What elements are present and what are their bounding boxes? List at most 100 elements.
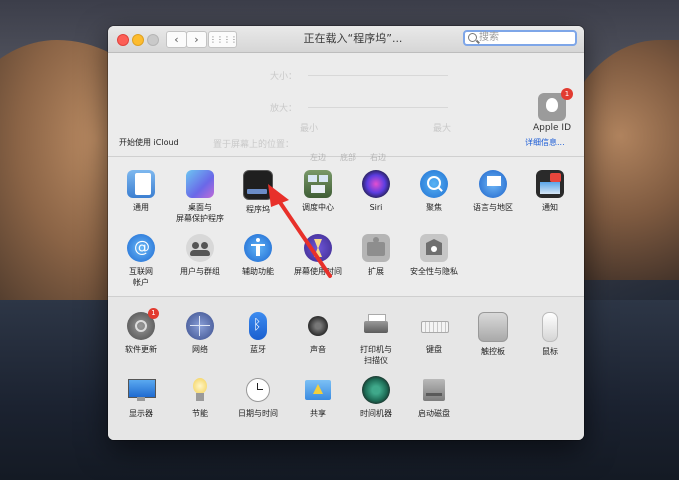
desktop-icon	[186, 170, 214, 198]
pane-energy-saver[interactable]: 节能	[168, 376, 232, 419]
security-icon	[420, 234, 448, 262]
pane-dock[interactable]: 程序坞	[226, 170, 290, 215]
pane-internet-accounts[interactable]: @ 互联网 帐户	[109, 234, 173, 288]
ghost-right: 右边	[370, 153, 386, 162]
apple-logo-icon	[546, 98, 558, 112]
pane-label: 桌面与 屏幕保护程序	[176, 203, 224, 223]
pane-mission-control[interactable]: 调度中心	[286, 170, 350, 213]
show-all-button[interactable]: ⋮⋮⋮⋮	[208, 31, 238, 48]
pane-label: 软件更新	[125, 345, 157, 354]
forward-button[interactable]: ›	[186, 31, 207, 48]
startup-disk-icon	[420, 376, 448, 404]
pane-label: 互联网 帐户	[129, 267, 153, 287]
pane-label: 鼠标	[542, 347, 558, 356]
pane-sound[interactable]: 声音	[286, 312, 350, 355]
pane-label: 辅助功能	[242, 267, 274, 276]
pane-label: 通用	[133, 203, 149, 212]
search-icon	[468, 33, 477, 42]
pane-network[interactable]: 网络	[168, 312, 232, 355]
ghost-bottom: 底部	[340, 153, 356, 162]
pane-users[interactable]: 用户与群组	[168, 234, 232, 277]
pane-sharing[interactable]: 共享	[286, 376, 350, 419]
sound-icon	[304, 312, 332, 340]
pane-label: 通知	[542, 203, 558, 212]
close-button[interactable]	[117, 34, 129, 46]
ghost-slider-2	[308, 107, 448, 108]
pane-label: 启动磁盘	[418, 409, 450, 418]
pane-software-update[interactable]: 1 软件更新	[109, 308, 173, 355]
internet-accounts-icon: @	[127, 234, 155, 262]
extensions-icon	[362, 234, 390, 262]
pane-label: 键盘	[426, 345, 442, 354]
pane-trackpad[interactable]: 触控板	[461, 312, 525, 357]
search-input[interactable]: 搜索	[463, 30, 577, 46]
time-machine-icon	[362, 376, 390, 404]
pane-label: 安全性与隐私	[410, 267, 458, 276]
pane-label: 触控板	[481, 347, 505, 356]
pane-keyboard[interactable]: 键盘	[402, 312, 466, 355]
pane-label: 节能	[192, 409, 208, 418]
apple-id-badge: 1	[561, 88, 573, 100]
sharing-icon	[304, 376, 332, 404]
notifications-icon	[536, 170, 564, 198]
general-icon	[127, 170, 155, 198]
date-time-icon	[244, 376, 272, 404]
pane-label: Siri	[369, 203, 383, 212]
software-update-icon: 1	[127, 308, 159, 340]
pane-accessibility[interactable]: 辅助功能	[226, 234, 290, 277]
pane-time-machine[interactable]: 时间机器	[344, 376, 408, 419]
mouse-icon	[542, 312, 558, 342]
pane-label: 蓝牙	[250, 345, 266, 354]
language-icon	[479, 170, 507, 198]
pane-startup-disk[interactable]: 启动磁盘	[402, 376, 466, 419]
pane-siri[interactable]: Siri	[344, 170, 408, 213]
pane-bluetooth[interactable]: ᛒ 蓝牙	[226, 312, 290, 355]
pane-label: 声音	[310, 345, 326, 354]
pane-spotlight[interactable]: 聚焦	[402, 170, 466, 213]
ghost-size-label: 大小：	[270, 72, 298, 82]
pane-language[interactable]: 语言与地区	[461, 170, 525, 213]
pane-extensions[interactable]: 扩展	[344, 234, 408, 277]
pane-printers[interactable]: 打印机与 扫描仪	[344, 312, 408, 366]
keyboard-icon	[420, 312, 449, 340]
users-icon	[186, 234, 214, 262]
pane-desktop[interactable]: 桌面与 屏幕保护程序	[168, 170, 232, 224]
pane-displays[interactable]: 显示器	[109, 376, 173, 419]
minimize-button[interactable]	[132, 34, 144, 46]
dock-icon	[243, 170, 273, 200]
spotlight-icon	[420, 170, 448, 198]
pane-label: 程序坞	[246, 205, 270, 214]
pane-screen-time[interactable]: 屏幕使用时间	[286, 234, 350, 277]
pane-label: 扩展	[368, 267, 384, 276]
pane-security[interactable]: 安全性与隐私	[402, 234, 466, 277]
pane-label: 显示器	[129, 409, 153, 418]
back-button[interactable]: ‹	[166, 31, 187, 48]
pane-label: 打印机与 扫描仪	[360, 345, 392, 365]
pane-notifications[interactable]: 通知	[518, 170, 582, 213]
network-icon	[186, 312, 214, 340]
pane-label: 用户与群组	[180, 267, 220, 276]
pane-label: 日期与时间	[238, 409, 278, 418]
system-preferences-window: ‹ › ⋮⋮⋮⋮ 正在载入“程序坞”... 搜索 大小： 放大： 最小 最大 置…	[108, 26, 584, 440]
ghost-left: 左边	[310, 153, 326, 162]
search-placeholder: 搜索	[479, 32, 499, 43]
ghost-slider	[308, 75, 448, 76]
ghost-magnify-label: 放大：	[270, 104, 298, 114]
icloud-title: 开始使用 iCloud	[119, 138, 179, 147]
pane-label: 时间机器	[360, 409, 392, 418]
window-title: 正在载入“程序坞”...	[303, 32, 403, 45]
pane-mouse[interactable]: 鼠标	[518, 312, 582, 357]
zoom-button[interactable]	[147, 34, 159, 46]
icloud-details-link[interactable]: 详细信息...	[525, 137, 565, 148]
pane-label: 共享	[310, 409, 326, 418]
printers-icon	[362, 312, 390, 340]
energy-saver-icon	[186, 376, 214, 404]
displays-icon	[127, 376, 156, 404]
trackpad-icon	[478, 312, 508, 342]
apple-id-button[interactable]: 1	[538, 88, 573, 121]
pane-label: 聚焦	[426, 203, 442, 212]
bluetooth-icon: ᛒ	[249, 312, 267, 340]
pane-date-time[interactable]: 日期与时间	[226, 376, 290, 419]
pane-general[interactable]: 通用	[109, 170, 173, 213]
accessibility-icon	[244, 234, 272, 262]
